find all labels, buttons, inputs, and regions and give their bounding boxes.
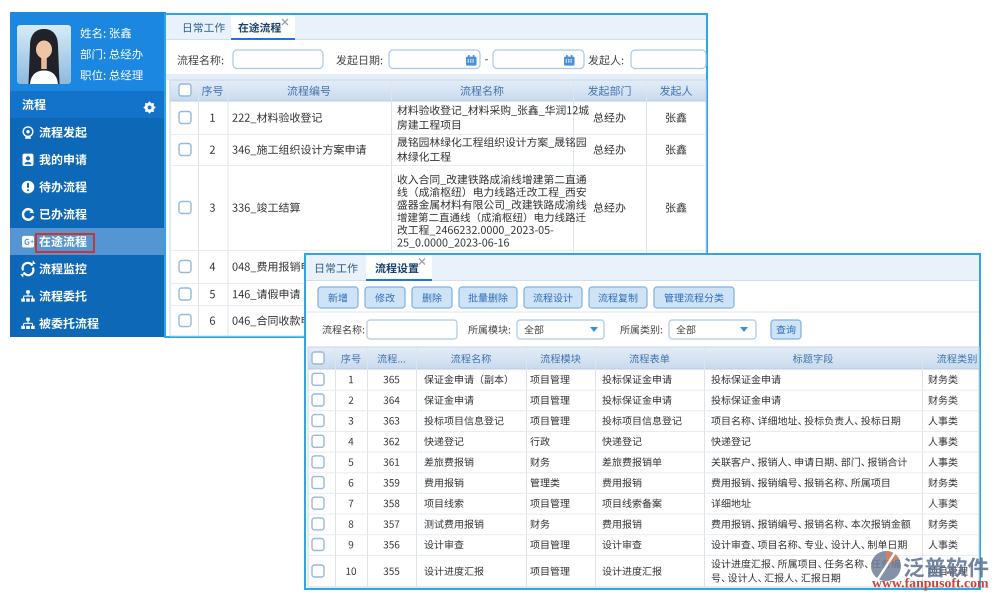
svg-text:www.fanpusoft.com: www.fanpusoft.com xyxy=(872,576,989,591)
